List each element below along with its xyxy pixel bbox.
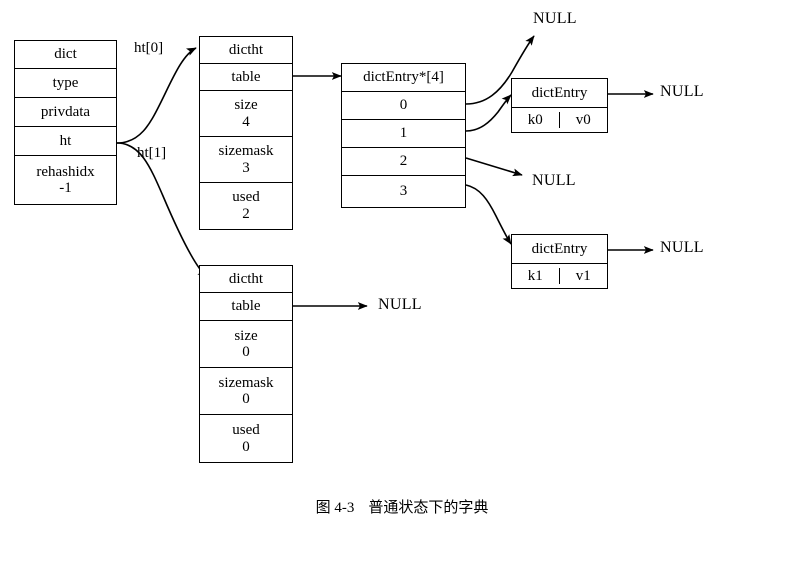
- dictht1-field-used: used 0: [200, 415, 292, 462]
- dict-entry-0-value: v0: [575, 111, 591, 128]
- bucket-index-0-label: 0: [399, 97, 408, 114]
- bucket-array-title-label: dictEntry*[4]: [363, 69, 444, 86]
- figure-caption: 图 4-3 普通状态下的字典: [0, 496, 804, 517]
- dict-entry-1-title: dictEntry: [512, 235, 607, 264]
- null-label-bucket2-text: NULL: [532, 172, 576, 189]
- dictht0-size-value: 4: [242, 113, 250, 130]
- wire-bucket3-to-entry1: [465, 184, 512, 245]
- figure-caption-number: 图 4-3: [315, 500, 355, 516]
- dict-entry-0-title: dictEntry: [512, 79, 607, 108]
- dict-struct: dict type privdata ht rehashidx -1: [14, 40, 117, 205]
- null-label-entry0-next: NULL: [660, 83, 704, 101]
- dictht0-field-sizemask: sizemask 3: [200, 137, 292, 183]
- bucket-index-3: 3: [342, 176, 465, 206]
- dictht1-table-label: table: [231, 298, 261, 315]
- dictht0-field-size: size 4: [200, 91, 292, 137]
- dict-entry-0-title-label: dictEntry: [531, 84, 588, 101]
- dictht1-struct: dictht table size 0 sizemask 0 used 0: [199, 265, 293, 463]
- wire-bucket2-to-null: [465, 157, 523, 177]
- dictht0-field-used: used 2: [200, 183, 292, 228]
- dictht0-used-value: 2: [242, 205, 250, 222]
- dictht0-struct: dictht table size 4 sizemask 3 used 2: [199, 36, 293, 230]
- bucket-array: dictEntry*[4] 0 1 2 3: [341, 63, 466, 208]
- null-label-bucket2: NULL: [532, 172, 576, 190]
- bucket-index-1-label: 1: [399, 125, 408, 142]
- bucket-index-0: 0: [342, 92, 465, 120]
- dict-title-label: dict: [54, 46, 77, 63]
- ht0-label-text: ht[0]: [134, 40, 164, 56]
- dictht1-sizemask-label: sizemask: [218, 374, 274, 391]
- dictht0-size-label: size: [234, 97, 258, 114]
- null-label-bucket0: NULL: [533, 10, 577, 28]
- diagram-canvas: dict type privdata ht rehashidx -1 ht[0]…: [0, 0, 804, 574]
- dict-struct-title: dict: [15, 41, 116, 69]
- dict-entry-1-title-label: dictEntry: [531, 240, 588, 257]
- null-label-entry0-next-text: NULL: [660, 83, 704, 100]
- dictht1-used-label: used: [232, 422, 260, 439]
- wire-ht0: [116, 47, 197, 144]
- dict-entry-1-value: v1: [575, 267, 591, 284]
- bucket-index-3-label: 3: [399, 182, 408, 199]
- figure-caption-text: 普通状态下的字典: [368, 500, 489, 516]
- dict-field-rehashidx-value: -1: [59, 180, 72, 196]
- dictht1-title: dictht: [200, 266, 292, 293]
- dictht0-field-table: table: [200, 64, 292, 91]
- ht1-label-text: ht[1]: [137, 145, 167, 161]
- dict-field-privdata-label: privdata: [40, 103, 91, 120]
- wire-bucket1-to-entry0: [465, 94, 512, 132]
- dict-field-ht: ht: [15, 127, 116, 156]
- dictht0-used-label: used: [232, 189, 260, 206]
- bucket-array-title: dictEntry*[4]: [342, 64, 465, 92]
- null-label-entry1-next: NULL: [660, 239, 704, 257]
- dictht1-field-size: size 0: [200, 321, 292, 368]
- bucket-index-1: 1: [342, 120, 465, 148]
- dict-field-ht-label: ht: [59, 132, 72, 149]
- dict-entry-1-key: k1: [512, 267, 560, 285]
- dictht1-field-table: table: [200, 293, 292, 321]
- dict-field-privdata: privdata: [15, 98, 116, 127]
- dictht0-sizemask-label: sizemask: [218, 143, 274, 160]
- dictht0-sizemask-value: 3: [242, 159, 250, 176]
- wire-ht1: [116, 142, 208, 278]
- dictht1-size-label: size: [234, 327, 258, 344]
- dictht0-title-label: dictht: [228, 41, 264, 58]
- dictht1-field-sizemask: sizemask 0: [200, 368, 292, 415]
- dictht1-title-label: dictht: [228, 270, 264, 287]
- null-label-dictht1-table-text: NULL: [378, 296, 422, 313]
- dictht1-size-value: 0: [242, 344, 250, 360]
- null-label-dictht1-table: NULL: [378, 296, 422, 314]
- ht0-pointer-label: ht[0]: [134, 40, 163, 57]
- dict-entry-0: dictEntry k0 v0: [511, 78, 608, 133]
- dictht1-sizemask-value: 0: [242, 391, 250, 407]
- dict-entry-0-key: k0: [512, 111, 560, 129]
- dict-field-rehashidx-label: rehashidx: [36, 163, 95, 180]
- ht1-pointer-label: ht[1]: [137, 145, 166, 162]
- null-label-entry1-next-text: NULL: [660, 239, 704, 256]
- bucket-index-2-label: 2: [399, 153, 408, 170]
- null-label-bucket0-text: NULL: [533, 10, 577, 27]
- dict-entry-0-kv: k0 v0: [512, 108, 607, 132]
- dictht1-used-value: 0: [242, 438, 250, 455]
- bucket-index-2: 2: [342, 148, 465, 176]
- dictht0-table-label: table: [231, 68, 261, 85]
- dictht0-title: dictht: [200, 37, 292, 64]
- dict-field-rehashidx: rehashidx -1: [15, 156, 116, 204]
- dict-entry-1-kv: k1 v1: [512, 264, 607, 288]
- dict-field-type: type: [15, 69, 116, 98]
- dict-entry-1: dictEntry k1 v1: [511, 234, 608, 289]
- dict-field-type-label: type: [52, 74, 79, 91]
